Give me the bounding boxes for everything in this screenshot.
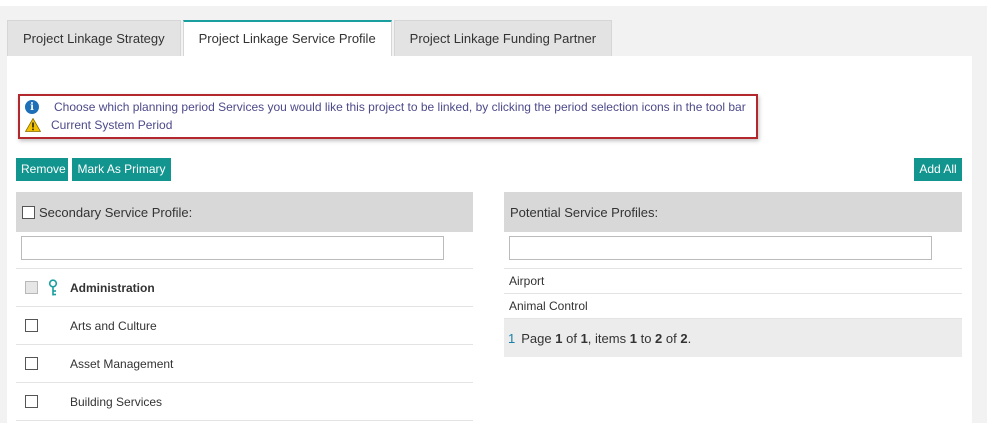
list-item-label: Asset Management (70, 356, 174, 371)
notice-box: i Choose which planning period Services … (18, 94, 758, 139)
potential-filter-row (504, 232, 962, 269)
add-all-button[interactable]: Add All (914, 158, 962, 181)
list-item[interactable]: Asset Management (16, 345, 473, 383)
secondary-header-label: Secondary Service Profile: (39, 204, 193, 220)
warning-text: Current System Period (51, 118, 173, 132)
list-item-label: Administration (70, 280, 155, 295)
key-icon (48, 279, 58, 296)
row-checkbox[interactable] (25, 357, 38, 370)
potential-list-header: Potential Service Profiles: (504, 192, 962, 232)
warning-line: Current System Period (25, 118, 172, 132)
potential-header-label: Potential Service Profiles: (510, 204, 659, 220)
warning-icon (25, 118, 41, 132)
info-icon: i (25, 100, 39, 114)
info-text: Choose which planning period Services yo… (54, 100, 746, 114)
list-item[interactable]: Building Services (16, 383, 473, 421)
list-item[interactable]: Airport (504, 269, 962, 294)
list-item-label: Building Services (70, 394, 163, 409)
list-item[interactable]: Animal Control (504, 294, 962, 319)
row-checkbox[interactable] (25, 319, 38, 332)
list-item[interactable]: Arts and Culture (16, 307, 473, 345)
secondary-filter-row (16, 232, 473, 269)
potential-filter-input[interactable] (509, 236, 932, 260)
list-item[interactable]: Administration (16, 269, 473, 307)
potential-service-profiles-list: Potential Service Profiles: Airport Anim… (504, 192, 962, 358)
tab-panel: i Choose which planning period Services … (7, 56, 972, 423)
tab-project-linkage-service-profile[interactable]: Project Linkage Service Profile (182, 20, 392, 56)
pager: 1 Page 1 of 1, items 1 to 2 of 2. (504, 319, 962, 357)
info-line: i Choose which planning period Services … (25, 100, 746, 114)
secondary-service-profile-list: Secondary Service Profile: Administratio… (16, 192, 473, 423)
pager-page-link[interactable]: 1 (508, 331, 515, 346)
pager-summary: Page 1 of 1, items 1 to 2 of 2. (521, 330, 692, 346)
remove-button[interactable]: Remove (16, 158, 68, 181)
top-bar (0, 0, 987, 6)
list-item-label: Arts and Culture (70, 318, 157, 333)
row-checkbox[interactable] (25, 395, 38, 408)
tab-project-linkage-strategy[interactable]: Project Linkage Strategy (7, 20, 181, 56)
secondary-filter-input[interactable] (21, 236, 444, 260)
tab-project-linkage-funding-partner[interactable]: Project Linkage Funding Partner (393, 20, 613, 56)
mark-as-primary-button[interactable]: Mark As Primary (72, 158, 171, 181)
tab-bar: Project Linkage Strategy Project Linkage… (7, 20, 614, 56)
row-checkbox (25, 281, 38, 294)
secondary-list-header: Secondary Service Profile: (16, 192, 473, 232)
select-all-checkbox[interactable] (22, 205, 35, 219)
